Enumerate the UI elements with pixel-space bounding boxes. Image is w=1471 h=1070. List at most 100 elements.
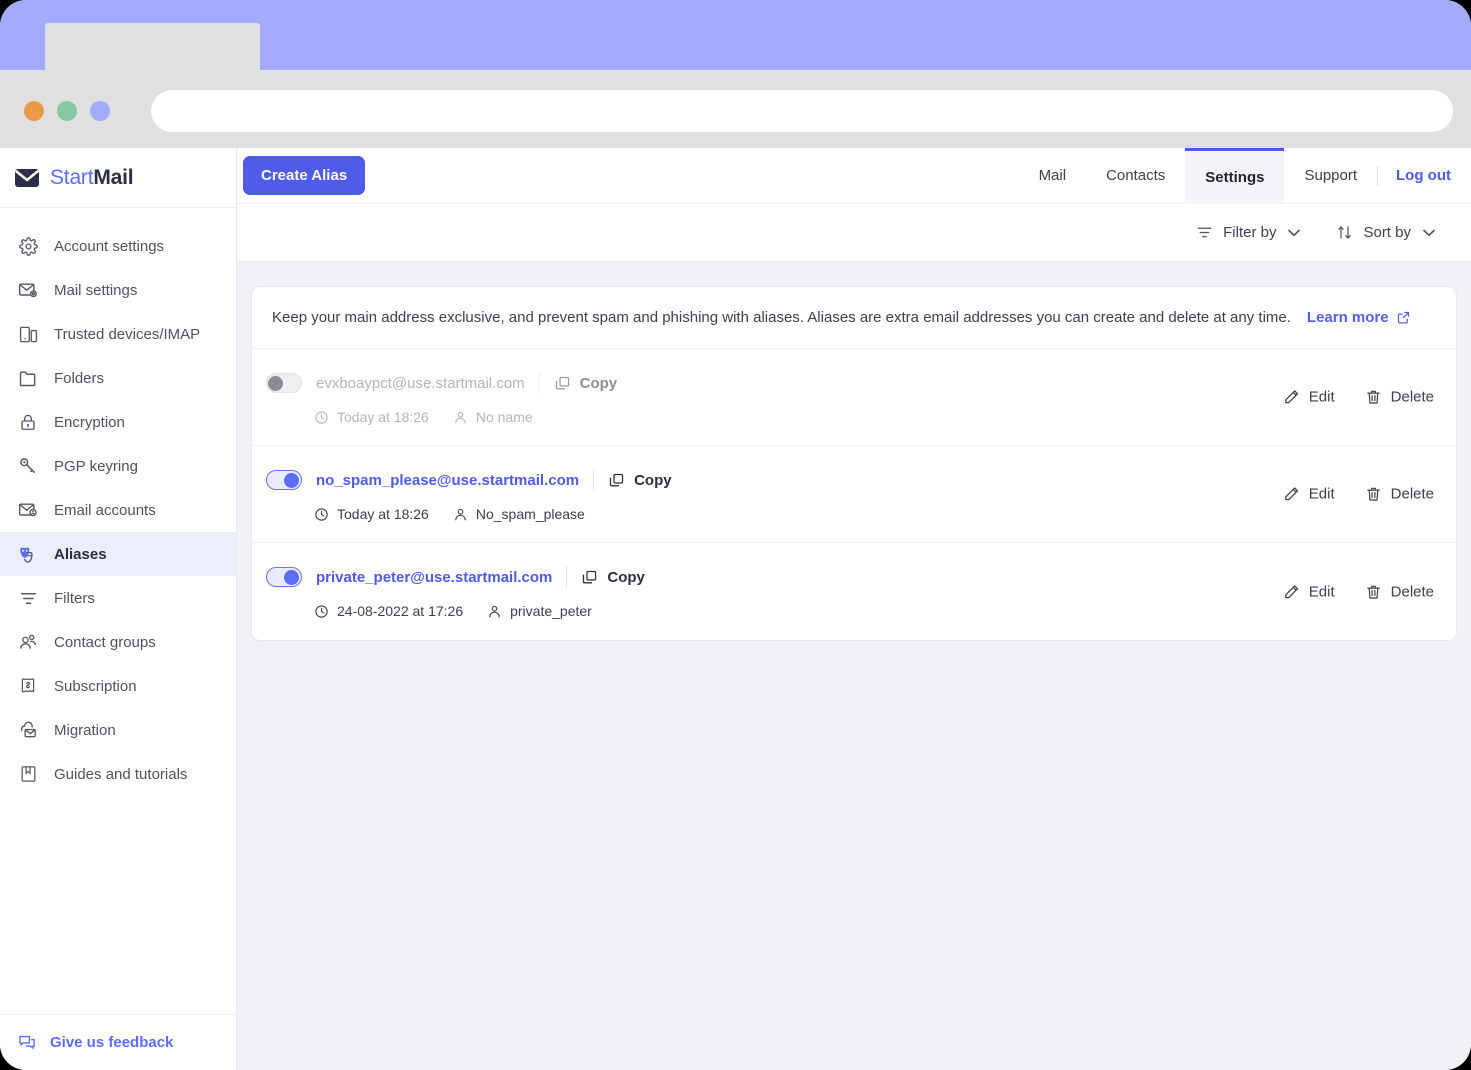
copy-icon bbox=[608, 472, 625, 489]
alias-row: no_spam_please@use.startmail.com Copy To… bbox=[252, 446, 1456, 543]
person-icon bbox=[453, 410, 468, 425]
copy-button[interactable]: Copy bbox=[554, 375, 617, 392]
sidebar: StartMail Account settings Mail settings bbox=[0, 148, 237, 1070]
delete-label: Delete bbox=[1390, 485, 1434, 503]
toggle-knob bbox=[284, 570, 299, 585]
alias-row-info: evxboaypct@use.startmail.com Copy Today … bbox=[266, 367, 1436, 425]
copy-button[interactable]: Copy bbox=[608, 472, 672, 489]
create-alias-button[interactable]: Create Alias bbox=[243, 156, 366, 195]
maximize-dot-icon[interactable] bbox=[90, 101, 110, 121]
divider bbox=[593, 469, 595, 491]
delete-button[interactable]: Delete bbox=[1365, 486, 1434, 503]
alias-name: private_peter bbox=[487, 603, 592, 619]
alias-row-info: no_spam_please@use.startmail.com Copy To… bbox=[266, 464, 1436, 522]
alias-row-primary: private_peter@use.startmail.com Copy bbox=[266, 561, 1436, 593]
delete-button[interactable]: Delete bbox=[1365, 389, 1434, 406]
envelope-icon bbox=[14, 168, 40, 188]
lock-icon bbox=[17, 411, 39, 433]
alias-date: Today at 18:26 bbox=[314, 409, 429, 425]
sidebar-item-folders[interactable]: Folders bbox=[0, 356, 236, 400]
sidebar-item-contact-groups[interactable]: Contact groups bbox=[0, 620, 236, 664]
alias-name-label: No name bbox=[475, 409, 533, 425]
clock-icon bbox=[314, 604, 329, 619]
tab-settings[interactable]: Settings bbox=[1185, 147, 1285, 204]
give-us-feedback-link[interactable]: Give us feedback bbox=[0, 1014, 236, 1070]
filter-icon bbox=[1196, 224, 1213, 241]
sidebar-item-label: Trusted devices/IMAP bbox=[54, 325, 201, 343]
envelope-gear-icon bbox=[17, 279, 39, 301]
alias-date: Today at 18:26 bbox=[314, 506, 429, 522]
tab-contacts[interactable]: Contacts bbox=[1086, 148, 1185, 204]
book-icon bbox=[17, 763, 39, 785]
pencil-icon bbox=[1283, 389, 1300, 406]
gear-icon bbox=[17, 235, 39, 257]
copy-label: Copy bbox=[634, 471, 672, 489]
external-link-icon bbox=[1396, 310, 1411, 325]
sidebar-item-email-accounts[interactable]: Email accounts bbox=[0, 488, 236, 532]
key-icon bbox=[17, 455, 39, 477]
delete-button[interactable]: Delete bbox=[1365, 583, 1434, 600]
folder-icon bbox=[17, 367, 39, 389]
sidebar-item-trusted-devices-imap[interactable]: Trusted devices/IMAP bbox=[0, 312, 236, 356]
browser-tab[interactable] bbox=[45, 23, 260, 70]
alias-address: evxboaypct@use.startmail.com bbox=[316, 374, 525, 392]
filter-icon bbox=[17, 587, 39, 609]
alias-row-primary: no_spam_please@use.startmail.com Copy bbox=[266, 464, 1436, 496]
chevron-down-icon bbox=[1423, 229, 1435, 237]
sidebar-item-pgp-keyring[interactable]: PGP keyring bbox=[0, 444, 236, 488]
sidebar-item-label: Filters bbox=[54, 589, 95, 607]
learn-more-link[interactable]: Learn more bbox=[1307, 309, 1411, 326]
receipt-icon bbox=[17, 675, 39, 697]
edit-button[interactable]: Edit bbox=[1283, 389, 1335, 406]
sidebar-item-filters[interactable]: Filters bbox=[0, 576, 236, 620]
sidebar-item-account-settings[interactable]: Account settings bbox=[0, 224, 236, 268]
brand-logo[interactable]: StartMail bbox=[0, 148, 236, 208]
app-root: StartMail Account settings Mail settings bbox=[0, 147, 1471, 1070]
alias-row-meta: Today at 18:26 No_spam_please bbox=[314, 506, 1436, 522]
alias-enable-toggle[interactable] bbox=[266, 373, 302, 393]
cloud-envelope-icon bbox=[17, 719, 39, 741]
minimize-dot-icon[interactable] bbox=[57, 101, 77, 121]
tab-support[interactable]: Support bbox=[1284, 148, 1377, 204]
alias-enable-toggle[interactable] bbox=[266, 567, 302, 587]
alias-row-info: private_peter@use.startmail.com Copy 24-… bbox=[266, 561, 1436, 619]
alias-enable-toggle[interactable] bbox=[266, 470, 302, 490]
logout-link[interactable]: Log out bbox=[1378, 148, 1471, 204]
top-nav: Mail Contacts Settings Support Log out bbox=[1019, 147, 1471, 204]
main-content: Create Alias Mail Contacts Settings Supp… bbox=[237, 147, 1471, 1070]
alias-row-primary: evxboaypct@use.startmail.com Copy bbox=[266, 367, 1436, 399]
sidebar-item-migration[interactable]: Migration bbox=[0, 708, 236, 752]
trash-icon bbox=[1365, 583, 1382, 600]
sidebar-item-label: Contact groups bbox=[54, 633, 156, 651]
tab-mail[interactable]: Mail bbox=[1019, 148, 1087, 204]
sidebar-item-label: Email accounts bbox=[54, 501, 156, 519]
sidebar-item-encryption[interactable]: Encryption bbox=[0, 400, 236, 444]
aliases-card: Keep your main address exclusive, and pr… bbox=[251, 286, 1457, 641]
person-icon bbox=[487, 604, 502, 619]
edit-button[interactable]: Edit bbox=[1283, 583, 1335, 600]
sidebar-item-mail-settings[interactable]: Mail settings bbox=[0, 268, 236, 312]
devices-icon bbox=[17, 323, 39, 345]
alias-address: private_peter@use.startmail.com bbox=[316, 568, 553, 586]
divider bbox=[566, 566, 568, 588]
edit-button[interactable]: Edit bbox=[1283, 486, 1335, 503]
copy-icon bbox=[554, 375, 571, 392]
filter-by-dropdown[interactable]: Filter by bbox=[1196, 224, 1301, 241]
sort-by-dropdown[interactable]: Sort by bbox=[1336, 224, 1435, 241]
edit-label: Edit bbox=[1308, 583, 1335, 600]
close-dot-icon[interactable] bbox=[24, 101, 44, 121]
toggle-knob bbox=[284, 473, 299, 488]
copy-button[interactable]: Copy bbox=[581, 569, 645, 586]
sidebar-item-label: Account settings bbox=[54, 237, 165, 255]
sidebar-item-subscription[interactable]: Subscription bbox=[0, 664, 236, 708]
alias-date-label: Today at 18:26 bbox=[337, 506, 429, 522]
alias-name-label: private_peter bbox=[510, 603, 592, 619]
trash-icon bbox=[1365, 486, 1382, 503]
envelope-person-icon bbox=[17, 499, 39, 521]
url-bar[interactable] bbox=[151, 90, 1453, 132]
sidebar-item-aliases[interactable]: Aliases bbox=[0, 532, 236, 576]
sidebar-item-guides-and-tutorials[interactable]: Guides and tutorials bbox=[0, 752, 236, 796]
brand-text: StartMail bbox=[50, 166, 134, 190]
copy-label: Copy bbox=[607, 568, 645, 586]
filter-sort-bar: Filter by Sort by bbox=[237, 204, 1471, 262]
